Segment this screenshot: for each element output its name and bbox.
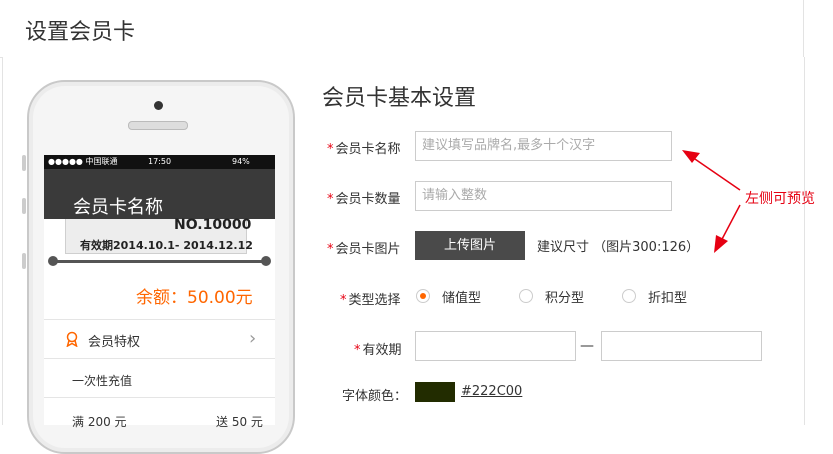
field-label: 会员卡名称 <box>335 142 401 157</box>
battery-text: 94% <box>232 157 250 166</box>
card-validity: 有效期2014.10.1- 2014.12.12 <box>80 239 253 252</box>
annotation-arrows <box>682 150 741 253</box>
card-image-label: * 会员卡图片 <box>327 238 401 257</box>
font-color-label: 字体颜色： <box>342 389 408 404</box>
upload-image-button[interactable]: 上传图片 <box>415 231 525 260</box>
type-label: * 类型选择 <box>340 289 401 308</box>
radio-stored-value[interactable] <box>416 289 430 303</box>
benefit-item: 一次性充值 <box>72 374 133 388</box>
card-name-input[interactable]: 建议填写品牌名,最多十个汉字 <box>415 131 672 161</box>
field-label: 类型选择 <box>348 293 401 308</box>
required-mark: * <box>327 242 334 257</box>
card-name: 会员卡名称 <box>73 197 163 218</box>
benefit-item: 满 200 元 <box>72 415 127 429</box>
privilege-label: 会员特权 <box>88 335 141 350</box>
field-label: 会员卡图片 <box>335 242 401 257</box>
radio-points[interactable] <box>519 289 533 303</box>
carrier-text: ●●●●● 中国联通 <box>48 157 118 166</box>
phone-camera <box>154 101 163 110</box>
radio-label[interactable]: 储值型 <box>442 287 481 306</box>
radio-label[interactable]: 折扣型 <box>648 287 687 306</box>
required-mark: * <box>327 142 334 157</box>
required-mark: * <box>340 293 347 308</box>
status-time: 17:50 <box>148 157 172 166</box>
card-qty-input[interactable]: 请输入整数 <box>415 181 672 211</box>
form-title: 会员卡基本设置 <box>322 86 477 111</box>
required-mark: * <box>354 343 361 358</box>
required-mark: * <box>327 192 334 207</box>
validity-end-input[interactable] <box>601 331 762 361</box>
balance-text: 余额：50.00元 <box>136 288 253 308</box>
card-name-label: * 会员卡名称 <box>327 138 401 157</box>
annotation-text: 左侧可预览 <box>745 191 815 207</box>
radio-label[interactable]: 积分型 <box>545 287 584 306</box>
validity-start-input[interactable] <box>415 331 576 361</box>
card-rail <box>52 260 266 263</box>
font-color-code[interactable]: #222C00 <box>461 384 522 399</box>
phone-side-button <box>22 253 26 269</box>
privilege-row[interactable]: 会员特权 › <box>44 320 275 358</box>
card-number: NO.10000 <box>174 217 252 233</box>
page-header: 设置会员卡 <box>0 0 804 58</box>
card-qty-label: * 会员卡数量 <box>327 188 401 207</box>
rail-dot <box>48 256 58 266</box>
page-title: 设置会员卡 <box>25 20 136 45</box>
field-label: 会员卡数量 <box>335 192 401 207</box>
benefit-reward: 送 50 元 <box>216 415 263 429</box>
phone-speaker <box>128 121 188 130</box>
award-icon <box>66 331 78 347</box>
rail-dot <box>261 256 271 266</box>
font-color-swatch[interactable] <box>415 382 455 402</box>
size-hint: 建议尺寸 （图片300:126） <box>537 240 700 255</box>
phone-status-bar: ●●●●● 中国联通 17:50 94% <box>44 155 275 169</box>
phone-side-button <box>22 155 26 171</box>
chevron-right-icon: › <box>249 328 257 349</box>
validity-label: * 有效期 <box>354 339 402 358</box>
field-label: 有效期 <box>362 343 402 358</box>
validity-separator: — <box>580 338 594 354</box>
radio-discount[interactable] <box>622 289 636 303</box>
divider <box>44 358 275 359</box>
divider <box>44 397 275 398</box>
phone-side-button <box>22 198 26 214</box>
